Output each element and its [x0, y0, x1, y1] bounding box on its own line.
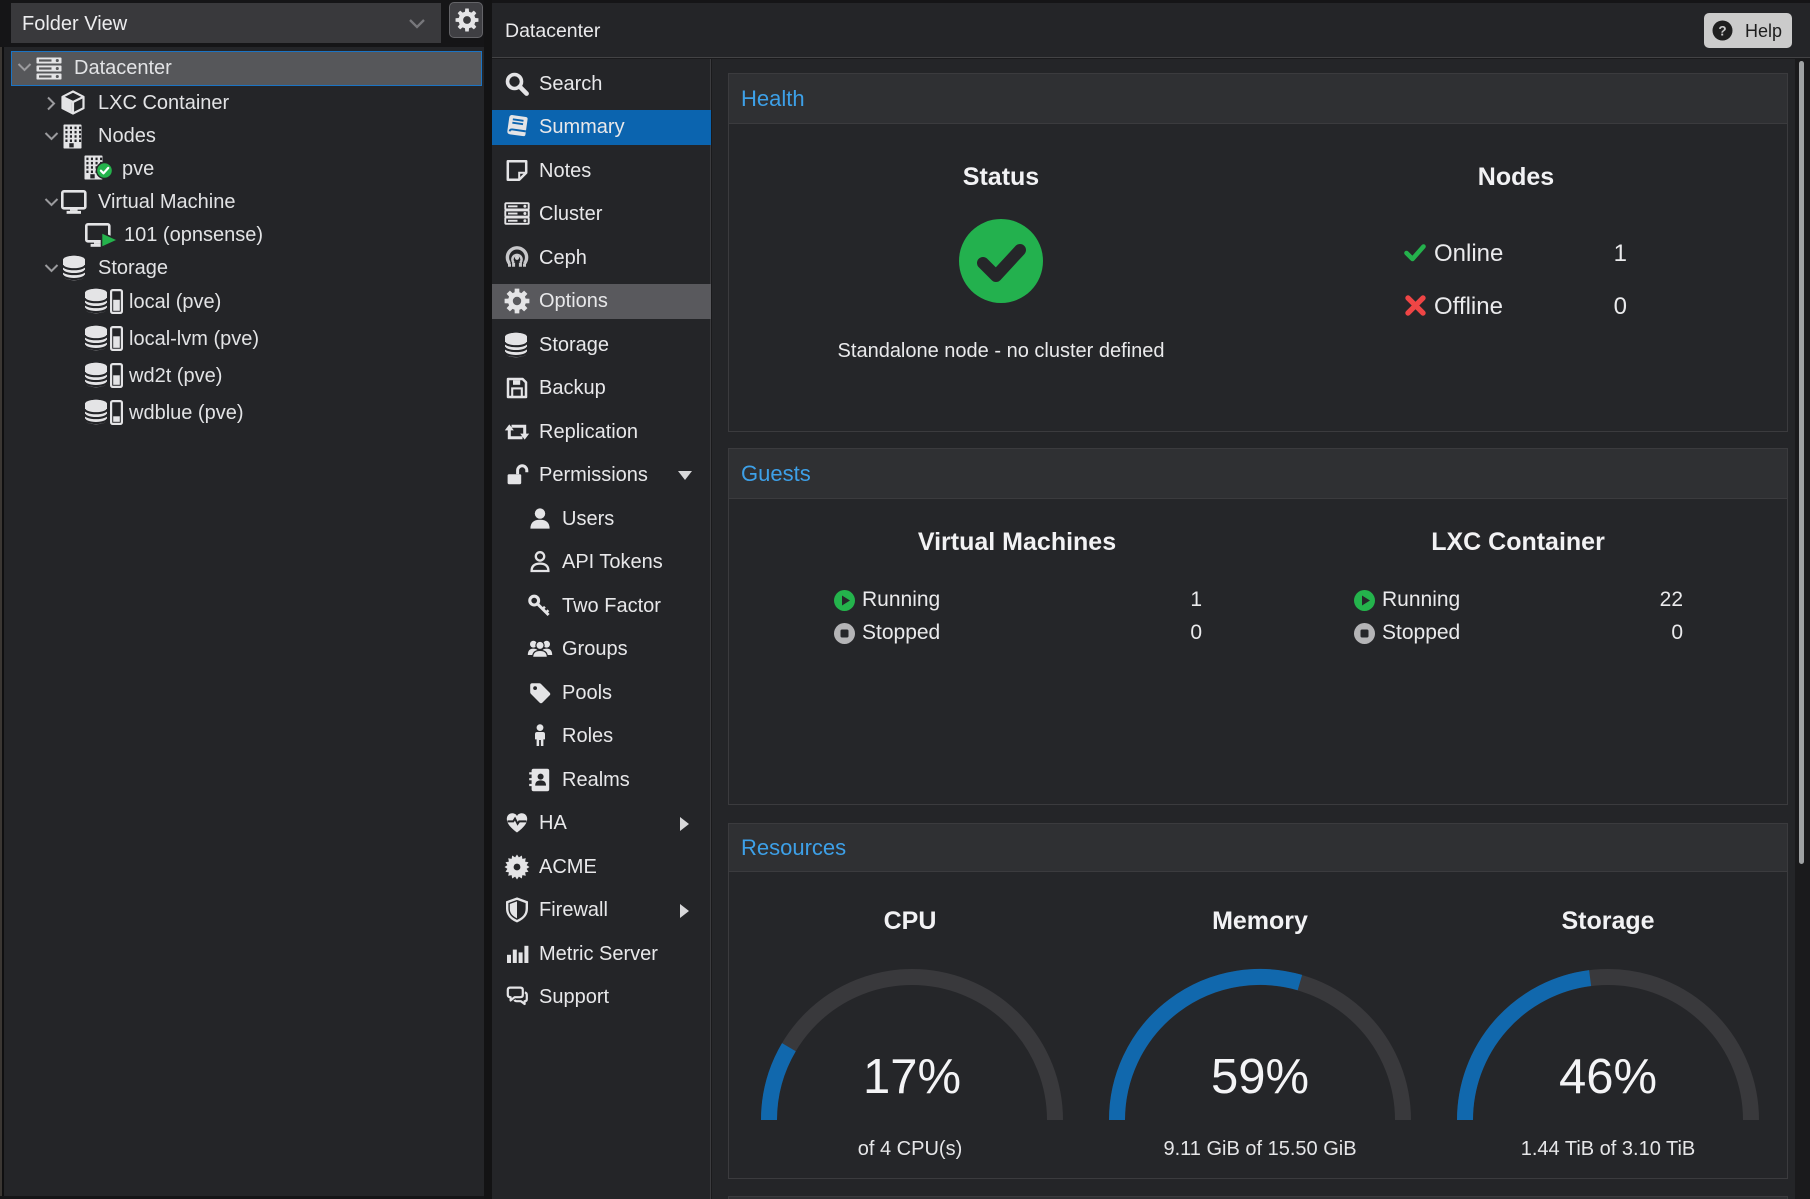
svg-text:?: ?	[1718, 23, 1726, 38]
